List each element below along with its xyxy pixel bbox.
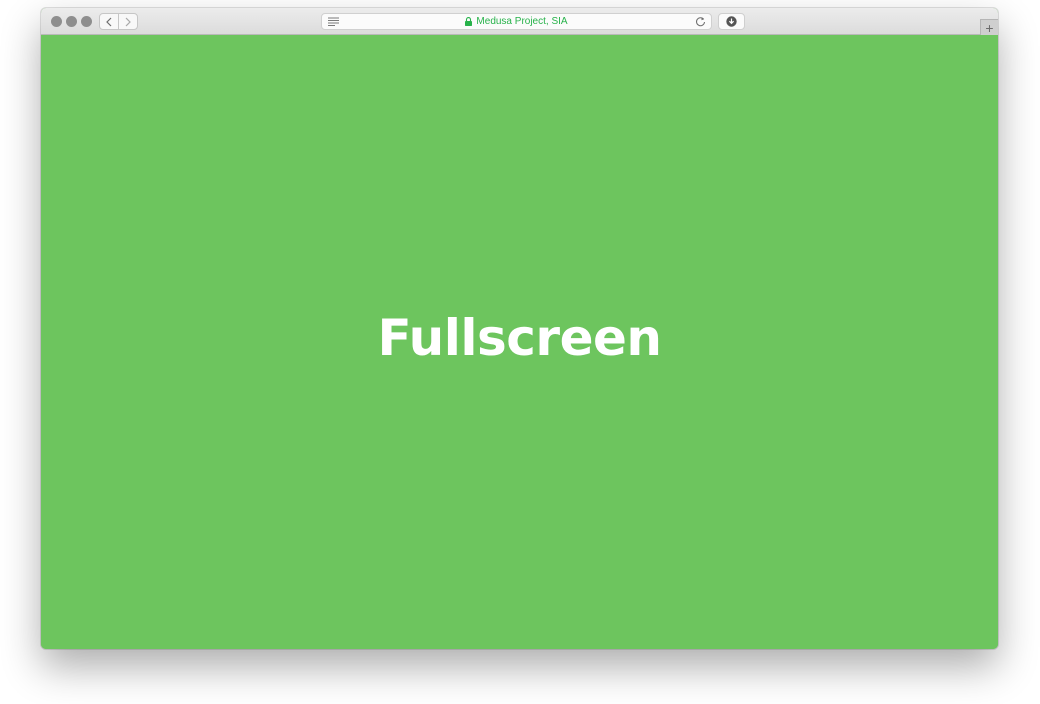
page-title: Fullscreen xyxy=(377,309,662,367)
back-button[interactable] xyxy=(100,14,118,29)
lock-icon xyxy=(465,17,473,26)
forward-button[interactable] xyxy=(119,14,137,29)
title-bar: Medusa Project, SIA + xyxy=(41,8,998,35)
browser-window: Medusa Project, SIA + Fullscreen xyxy=(41,8,998,649)
chevron-right-icon xyxy=(125,17,131,26)
download-button[interactable] xyxy=(718,13,745,30)
url-display[interactable]: Medusa Project, SIA xyxy=(322,14,711,29)
navigation-buttons xyxy=(99,13,138,30)
download-icon xyxy=(726,16,737,27)
new-tab-button[interactable]: + xyxy=(980,19,998,35)
reload-icon[interactable] xyxy=(695,16,706,27)
minimize-window-button[interactable] xyxy=(66,16,77,27)
address-bar[interactable]: Medusa Project, SIA xyxy=(321,13,712,30)
zoom-window-button[interactable] xyxy=(81,16,92,27)
chevron-left-icon xyxy=(106,17,112,26)
url-text: Medusa Project, SIA xyxy=(476,16,568,27)
page-content: Fullscreen xyxy=(41,35,998,649)
close-window-button[interactable] xyxy=(51,16,62,27)
